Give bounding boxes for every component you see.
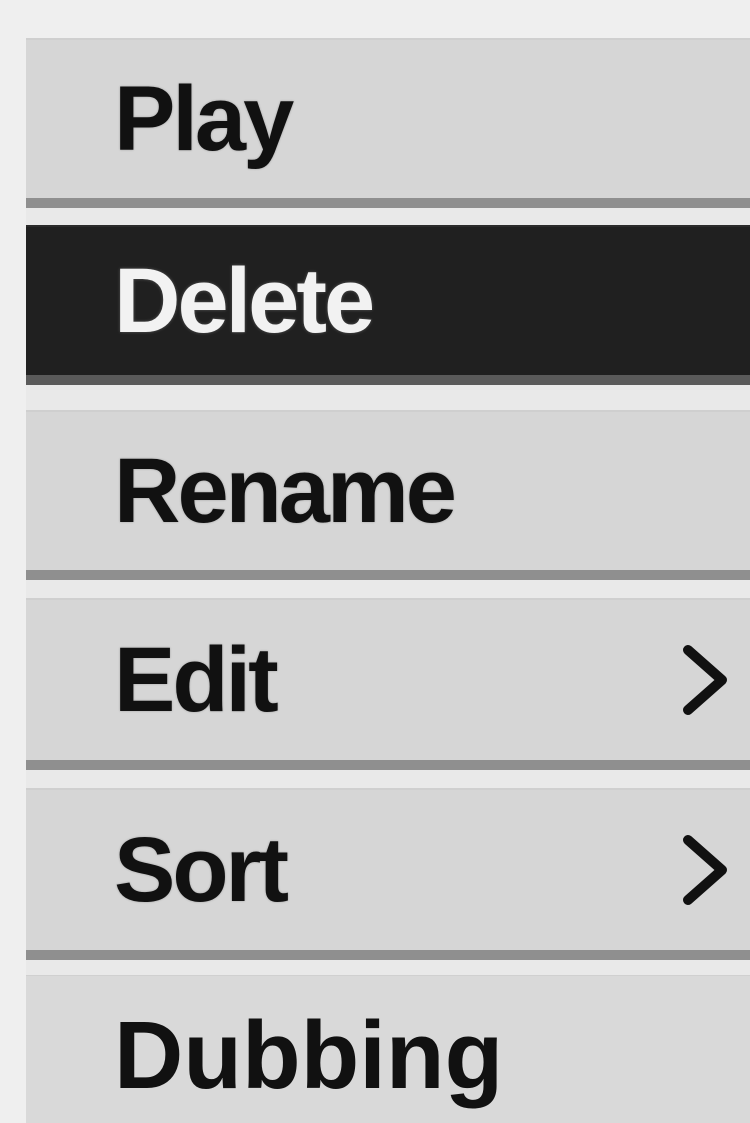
menu-item-label: Rename	[114, 440, 457, 542]
menu-item-dubbing[interactable]: Dubbing	[26, 975, 750, 1123]
chevron-right-icon	[683, 645, 727, 715]
menu-item-rename[interactable]: Rename	[26, 410, 750, 580]
menu-item-label: Delete	[114, 250, 375, 352]
chevron-right-icon	[683, 835, 727, 905]
menu-item-label: Sort	[114, 819, 289, 921]
menu-item-delete[interactable]: Delete	[26, 225, 750, 385]
menu-item-label: Play	[114, 68, 294, 170]
menu-item-play[interactable]: Play	[26, 38, 750, 208]
menu-item-edit[interactable]: Edit	[26, 598, 750, 770]
context-menu: Play Delete Rename Edit Sort Dubbing	[26, 38, 750, 1123]
menu-item-sort[interactable]: Sort	[26, 788, 750, 960]
menu-item-label: Edit	[114, 629, 279, 731]
menu-item-label: Dubbing	[114, 1001, 504, 1109]
